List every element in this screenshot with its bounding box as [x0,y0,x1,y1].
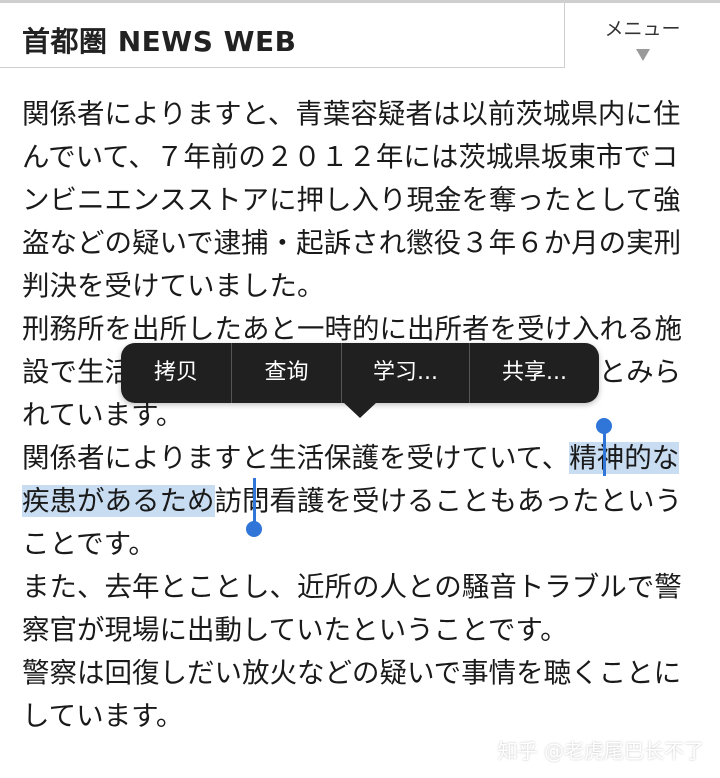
paragraph-3-before: 関係者によりますと生活保護を受けていて、 [22,442,570,474]
selection-start-caret [603,430,606,476]
selection-end-caret [253,478,256,524]
site-title[interactable]: 首都圏 NEWS WEB [22,20,296,60]
menu-button[interactable]: メニュー [564,3,720,68]
menu-label: メニュー [604,18,681,40]
learn-menu-item[interactable]: 学习... [342,343,470,403]
chevron-down-icon [635,49,650,61]
paragraph-3: 関係者によりますと生活保護を受けていて、精神的な疾患があるため訪問看護を受けるこ… [22,437,702,566]
paragraph-5: 警察は回復しだい放火などの疑いで事情を聴くことにしています。 [22,657,682,732]
share-menu-item[interactable]: 共享... [470,343,599,403]
selection-context-menu: 拷贝 查询 学习... 共享... [121,343,599,403]
copy-menu-item[interactable]: 拷贝 [121,343,232,403]
paragraph-1: 関係者によりますと、青葉容疑者は以前茨城県内に住んでいて、７年前の２０１２年には… [22,98,682,302]
context-menu-pointer [343,402,377,418]
paragraph-4: また、去年とことし、近所の人との騒音トラブルで警察官が現場に出動していたというこ… [22,571,682,646]
watermark: 知乎 @老虎尾巴长不了 [497,739,704,763]
selection-end-handle[interactable] [246,521,262,537]
lookup-menu-item[interactable]: 查询 [232,343,342,403]
app-header: 首都圏 NEWS WEB メニュー [0,0,720,68]
